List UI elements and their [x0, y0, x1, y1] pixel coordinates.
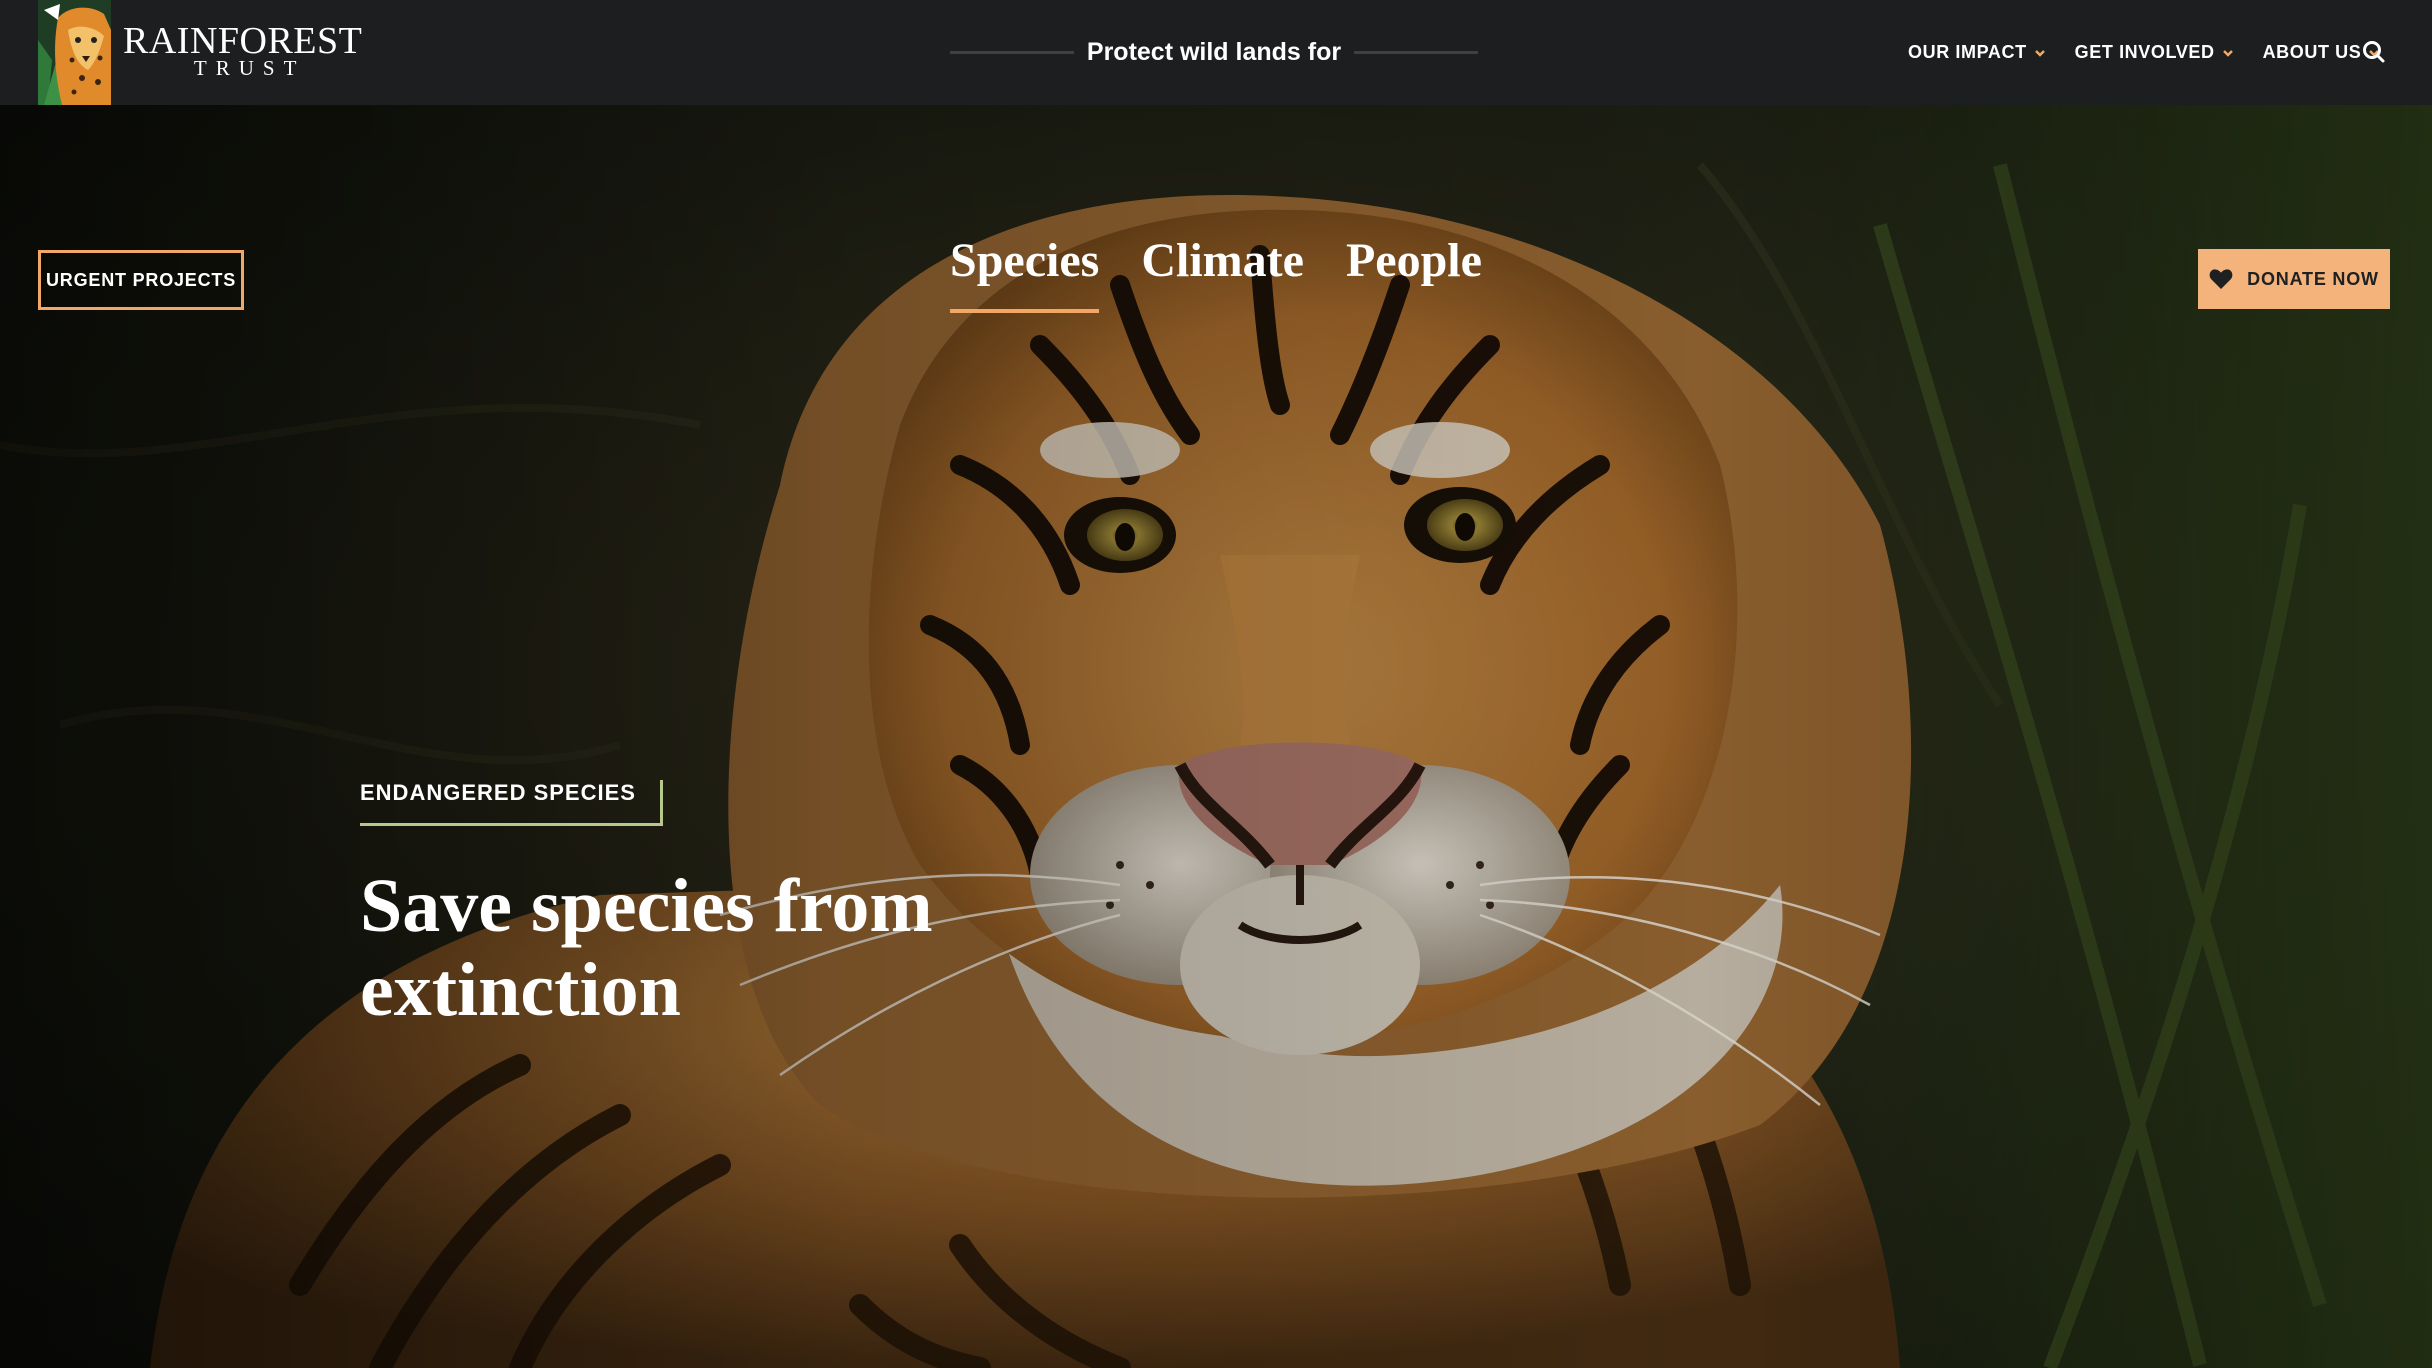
search-icon — [2363, 41, 2385, 63]
tab-species[interactable]: Species — [950, 237, 1100, 313]
nav-item-label: GET INVOLVED — [2074, 42, 2215, 62]
donate-label: DONATE NOW — [2247, 268, 2379, 289]
header-tagline: Protect wild lands for — [950, 0, 1478, 105]
search-button[interactable] — [2360, 38, 2388, 66]
urgent-projects-button[interactable]: URGENT PROJECTS — [38, 250, 244, 310]
nav-item-label: ABOUT US — [2262, 42, 2362, 62]
nav-item-label: OUR IMPACT — [1908, 42, 2027, 62]
tagline-text: Protect wild lands for — [1086, 38, 1342, 66]
main-nav: OUR IMPACT GET INVOLVED ABOUT US — [1908, 0, 2409, 105]
site-header: RAINFOREST TRUST Protect wild lands for … — [0, 0, 2432, 105]
chevron-down-icon — [2034, 49, 2045, 57]
brand-logo[interactable]: RAINFOREST TRUST — [38, 0, 362, 105]
tab-climate[interactable]: Climate — [1141, 237, 1304, 313]
tagline-left-rule — [950, 51, 1074, 54]
hero-eyebrow: ENDANGERED SPECIES — [360, 780, 663, 826]
tab-people[interactable]: People — [1346, 237, 1482, 313]
brand-name-line1: RAINFOREST — [123, 20, 363, 62]
cause-tabs: Species Climate People — [950, 237, 1524, 313]
brand-wordmark: RAINFOREST TRUST — [123, 22, 362, 79]
nav-item-our-impact[interactable]: OUR IMPACT — [1908, 42, 2047, 63]
jaguar-logo-icon — [38, 0, 111, 105]
hero-headline: Save species from extinction — [360, 864, 933, 1032]
heart-icon — [2209, 269, 2233, 289]
chevron-down-icon — [2222, 49, 2233, 57]
nav-item-get-involved[interactable]: GET INVOLVED — [2075, 42, 2235, 63]
donate-now-button[interactable]: DONATE NOW — [2198, 249, 2390, 309]
hero-section: URGENT PROJECTS Species Climate People D… — [0, 105, 2432, 1368]
tagline-right-rule — [1353, 51, 1478, 54]
